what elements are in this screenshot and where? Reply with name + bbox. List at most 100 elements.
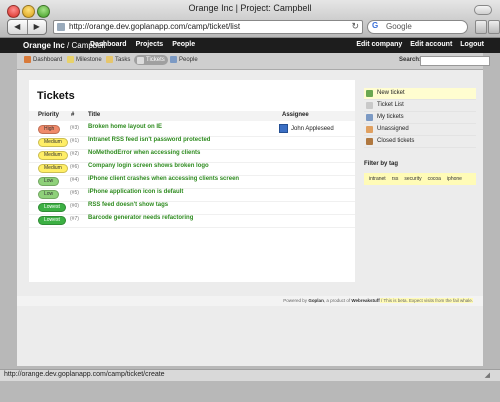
avatar [279,124,288,133]
ticket-title-link[interactable]: Broken home layout on IE [88,124,162,130]
new-ticket-icon [366,90,373,97]
tickets-icon [137,56,144,64]
bookmark-icon[interactable] [475,20,487,34]
browser-window: Orange Inc | Project: Campbell ◀ ▶ http:… [0,0,500,402]
ticket-list-label: Ticket List [377,102,404,108]
priority-badge: Medium [38,138,68,147]
status-url: http://orange.dev.goplanapp.com/camp/tic… [4,371,165,378]
table-row: Medium (#2) NoMethodError when accessing… [29,149,355,163]
home-icon [24,56,31,63]
assignee-name: John Appleseed [291,125,334,132]
ticket-number: (#2) [70,151,79,157]
status-bar: http://orange.dev.goplanapp.com/camp/tic… [0,369,500,381]
people-icon [170,56,177,63]
nav-people[interactable]: People [172,41,195,48]
subnav-tasks[interactable]: Tasks [106,56,130,63]
tag-link[interactable]: iphone [444,176,465,182]
tag-link[interactable]: security [401,176,424,182]
history-nav: ◀ ▶ [7,19,47,35]
col-title: Title [88,112,101,118]
my-tickets-link[interactable]: My tickets [364,112,476,124]
subnav-milestone[interactable]: Milestone [67,56,102,63]
resize-grip-icon[interactable]: ◢ [485,371,490,379]
unassigned-label: Unassigned [377,126,409,132]
browser-search-placeholder: Google [386,22,412,31]
ticket-number: (#3) [70,125,79,131]
edit-company-link[interactable]: Edit company [356,41,402,48]
table-row: High (#3) Broken home layout on IE John … [29,123,355,137]
assignee[interactable]: John Appleseed [279,124,334,133]
reload-icon[interactable]: ↻ [351,21,359,32]
priority-badge: Medium [38,151,68,160]
closed-tickets-label: Closed tickets [377,138,415,144]
table-header: Priority # Title Assignee [29,111,355,121]
ticket-number: (#4) [70,177,79,183]
ticket-title-link[interactable]: RSS feed doesn't show tags [88,202,168,208]
ticket-title-link[interactable]: Company login screen shows broken logo [88,163,209,169]
my-tickets-icon [366,114,373,121]
tag-link[interactable]: rss [389,176,402,182]
ticket-title-link[interactable]: iPhone client crashes when accessing cli… [88,176,239,182]
browser-search-field[interactable]: G Google [367,20,468,34]
milestone-icon [67,56,74,63]
subnav-people[interactable]: People [170,56,198,63]
col-priority: Priority [38,112,60,118]
footer-product-link[interactable]: Goplan [308,298,324,303]
subnav-tasks-label: Tasks [115,56,131,63]
main-content: Tickets Priority # Title Assignee High (… [17,70,483,366]
nav-projects[interactable]: Projects [136,41,164,48]
tag-list: intranet rss security cocoa iphone [364,173,476,185]
subnav-milestone-label: Milestone [76,56,102,63]
footer-company-link[interactable]: Webreakstuff [351,298,379,303]
tickets-panel: Tickets Priority # Title Assignee High (… [29,80,355,282]
tasks-icon [106,56,113,63]
beta-note: / This is beta. Expect visits from the f… [379,298,473,303]
app-top-bar: Orange Inc / Campbell Dashboard Projects… [0,38,500,53]
subnav-tickets[interactable]: Tickets [134,55,168,65]
subnav-dashboard-label: Dashboard [33,56,63,63]
toolbar-toggle-button[interactable] [474,5,492,15]
subnav-people-label: People [179,56,198,63]
nav-dashboard[interactable]: Dashboard [90,41,127,48]
ticket-number: (#7) [70,216,79,222]
brand-company: Orange Inc [23,41,65,50]
priority-badge: Lowest [38,216,66,225]
priority-badge: High [38,125,61,134]
ticket-title-link[interactable]: iPhone application icon is default [88,189,183,195]
ticket-number: (#6) [70,164,79,170]
col-assignee: Assignee [282,112,309,118]
footer-text: Powered by Goplan, a product of Webreaks… [283,298,473,303]
ticket-list-link[interactable]: Ticket List [364,100,476,112]
logout-link[interactable]: Logout [460,41,484,48]
table-row: Medium (#6) Company login screen shows b… [29,162,355,176]
back-arrow-icon[interactable]: ◀ [8,20,27,34]
address-bar[interactable]: http://orange.dev.goplanapp.com/camp/tic… [53,20,363,34]
ticket-title-link[interactable]: NoMethodError when accessing clients [88,150,200,156]
table-row: Low (#5) iPhone application icon is defa… [29,188,355,202]
edit-account-link[interactable]: Edit account [410,41,452,48]
google-search-icon: G [372,21,379,30]
closed-tickets-link[interactable]: Closed tickets [364,136,476,148]
col-number: # [71,112,75,118]
priority-badge: Low [38,190,60,199]
tag-link[interactable]: cocoa [425,176,444,182]
footer-prefix: Powered by [283,298,309,303]
footer: Powered by Goplan, a product of Webreaks… [17,296,483,306]
priority-badge: Low [38,177,60,186]
subnav-dashboard[interactable]: Dashboard [24,56,62,63]
forward-arrow-icon[interactable]: ▶ [26,20,47,34]
settings-gear-icon[interactable] [488,20,500,34]
table-row: Medium (#1) Intranet RSS feed isn't pass… [29,136,355,150]
ticket-title-link[interactable]: Intranet RSS feed isn't password protect… [88,137,210,143]
table-row: Lowest (#7) Barcode generator needs refa… [29,214,355,228]
ticket-title-link[interactable]: Barcode generator needs refactoring [88,215,193,221]
top-nav: Dashboard Projects People [90,41,195,48]
new-ticket-link[interactable]: New ticket [364,88,476,100]
unassigned-link[interactable]: Unassigned [364,124,476,136]
new-ticket-label: New ticket [377,90,405,96]
address-bar-url: http://orange.dev.goplanapp.com/camp/tic… [69,22,241,31]
account-nav: Edit company Edit account Logout [356,41,484,48]
table-row: Low (#4) iPhone client crashes when acce… [29,175,355,189]
tag-link[interactable]: intranet [366,176,389,182]
search-input[interactable] [420,56,490,66]
